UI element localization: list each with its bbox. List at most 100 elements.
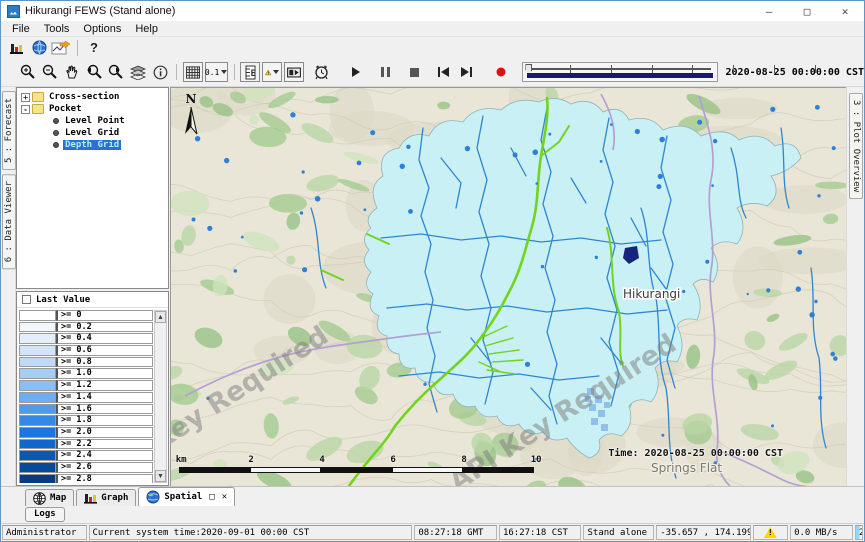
step-back-button[interactable] [433, 62, 453, 82]
scroll-down-icon[interactable]: ▼ [155, 470, 166, 482]
legend-color-swatch [19, 392, 56, 403]
animation-clock-icon[interactable] [311, 62, 331, 82]
pan-hand-icon[interactable] [62, 62, 82, 82]
play-button[interactable] [346, 62, 366, 82]
legend-row: >= 0 [19, 310, 153, 321]
close-button[interactable]: ✕ [826, 1, 864, 21]
scroll-up-icon[interactable]: ▲ [155, 311, 166, 323]
globe-wire-icon [33, 492, 46, 505]
status-warning[interactable] [753, 525, 788, 540]
step-forward-button[interactable] [456, 62, 476, 82]
tab-data-viewer[interactable]: 6 : Data Viewer [2, 174, 16, 269]
legend-scrollbar[interactable]: ▲ ▼ [154, 310, 167, 483]
scale-ruler-icon[interactable]: E [240, 62, 260, 82]
bar-chart-icon [84, 492, 97, 504]
minimize-button[interactable]: — [750, 1, 788, 21]
status-memory-gauge: 2.5 GB [855, 525, 863, 540]
animation-panel-icon[interactable] [284, 62, 304, 82]
tab-graph-label: Graph [101, 493, 128, 503]
legend-row: >= 0.8 [19, 357, 153, 368]
legend-list: >= 0 >= 0.2 >= 0.4 >= 0.6 [19, 310, 153, 483]
tree-item-label: Level Grid [63, 128, 121, 138]
legend-color-swatch [19, 368, 56, 379]
menu-item[interactable]: Options [76, 22, 128, 36]
legend-row: >= 1.2 [19, 380, 153, 391]
zoom-out-icon[interactable] [40, 62, 60, 82]
timeseries-icon[interactable] [51, 38, 71, 58]
legend-threshold-label: >= 1.6 [56, 404, 153, 415]
warning-dropdown[interactable] [262, 62, 282, 82]
legend-color-swatch [19, 333, 56, 344]
current-time-label: 2020-08-25 00:00:00 CST [726, 67, 864, 78]
tree-expander[interactable]: - [21, 105, 30, 114]
tab-map[interactable]: Map [25, 489, 74, 506]
layer-tree: + Cross-section - Pocket Level Point [16, 87, 169, 289]
chevron-down-icon [221, 70, 227, 74]
legend-color-swatch [19, 439, 56, 450]
left-panel: + Cross-section - Pocket Level Point [16, 87, 170, 486]
time-slider[interactable] [522, 62, 717, 82]
zoom-in-icon[interactable] [18, 62, 38, 82]
legend-threshold-label: >= 0.2 [56, 322, 153, 333]
legend-threshold-label: >= 1.0 [56, 368, 153, 379]
grid-display-icon[interactable] [183, 62, 203, 82]
time-slider-tick [570, 65, 571, 73]
record-button[interactable] [491, 62, 511, 82]
legend-color-swatch [19, 345, 56, 356]
time-slider-tick [774, 65, 775, 73]
status-system-time: Current system time:2020-09-01 00:00 CST [89, 525, 413, 540]
menu-item[interactable]: File [5, 22, 37, 36]
layers-icon[interactable] [128, 62, 148, 82]
tree-item[interactable]: + Cross-section [21, 91, 168, 103]
tree-expander[interactable]: + [21, 93, 30, 102]
tab-forecast[interactable]: 5 : Forecast [2, 91, 16, 170]
scale-tick-label: 2 [248, 455, 253, 465]
menu-bar: FileToolsOptionsHelp [1, 21, 864, 37]
legend-threshold-label: >= 2.8 [56, 474, 153, 483]
database-icon[interactable] [7, 38, 27, 58]
legend-row: >= 2.8 [19, 474, 153, 483]
menu-item[interactable]: Help [128, 22, 165, 36]
zoom-previous-icon[interactable] [84, 62, 104, 82]
map-display-icon[interactable] [29, 38, 49, 58]
tab-spatial[interactable]: Spatial □ ✕ [138, 487, 235, 506]
status-gmt-time: 08:27:18 GMT [414, 525, 497, 540]
north-arrow: N [179, 92, 203, 136]
maximize-button[interactable]: □ [788, 1, 826, 21]
tree-item[interactable]: Depth Grid [21, 139, 168, 151]
zoom-next-icon[interactable] [106, 62, 126, 82]
tab-graph[interactable]: Graph [76, 489, 136, 506]
stop-button[interactable] [404, 62, 424, 82]
tab-plot-overview[interactable]: 3 : Plot Overview [849, 93, 863, 199]
title-bar: Hikurangi FEWS (Stand alone) — □ ✕ [1, 1, 864, 21]
spatial-maximize-icon[interactable]: □ [209, 492, 214, 502]
legend-row: >= 0.2 [19, 322, 153, 333]
toolbar-separator [176, 64, 177, 80]
right-tab-strip: 3 : Plot Overview [846, 87, 864, 486]
legend-threshold-label: >= 0.8 [56, 357, 153, 368]
legend-color-swatch [19, 415, 56, 426]
spatial-close-icon[interactable]: ✕ [222, 492, 227, 502]
map-scale-bar: km246810 [179, 455, 535, 473]
scale-tick-label: 10 [531, 455, 542, 465]
classbreaks-dropdown[interactable]: 0.1 [205, 62, 228, 82]
info-icon[interactable] [150, 62, 170, 82]
map-viewport[interactable]: Hikurangi Springs Flat API Key Required … [170, 87, 848, 488]
tree-item[interactable]: Level Grid [21, 127, 168, 139]
town-label: Hikurangi [623, 287, 680, 301]
logs-tab[interactable]: Logs [25, 507, 65, 522]
app-window: Hikurangi FEWS (Stand alone) — □ ✕ FileT… [0, 0, 865, 542]
legend-row: >= 1.4 [19, 392, 153, 403]
status-user: Administrator [2, 525, 87, 540]
legend-row: >= 0.6 [19, 345, 153, 356]
pause-button[interactable] [375, 62, 395, 82]
tree-node-icon [32, 104, 44, 114]
toolbar-separator [234, 64, 235, 80]
tree-item[interactable]: - Pocket [21, 103, 168, 115]
scale-tick-label: 8 [461, 455, 466, 465]
status-transfer-rate: 0.0 MB/s [790, 525, 853, 540]
last-value-checkbox[interactable] [22, 295, 31, 304]
tree-item[interactable]: Level Point [21, 115, 168, 127]
help-button[interactable]: ? [84, 38, 104, 58]
menu-item[interactable]: Tools [37, 22, 77, 36]
